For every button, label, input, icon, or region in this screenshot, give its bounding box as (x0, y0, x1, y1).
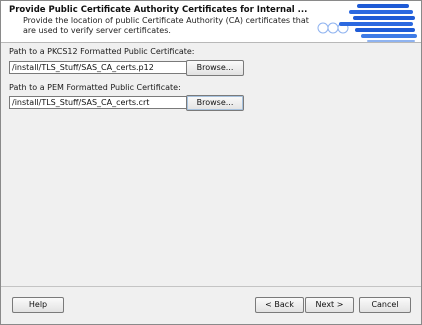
pkcs12-label: Path to a PKCS12 Formatted Public Certif… (9, 47, 195, 56)
brand-graphic (317, 4, 417, 42)
pkcs12-path-input[interactable]: /install/TLS_Stuff/SAS_CA_certs.p12 (9, 61, 187, 74)
back-button[interactable]: < Back (255, 297, 304, 313)
pem-label: Path to a PEM Formatted Public Certifica… (9, 83, 181, 92)
wizard-header: Provide Public Certificate Authority Cer… (1, 1, 421, 43)
footer-separator (1, 286, 421, 287)
help-button[interactable]: Help (12, 297, 64, 313)
next-button[interactable]: Next > (305, 297, 354, 313)
wizard-content: Path to a PKCS12 Formatted Public Certif… (1, 43, 421, 286)
installer-dialog: Provide Public Certificate Authority Cer… (0, 0, 422, 325)
pkcs12-browse-button[interactable]: Browse... (186, 60, 244, 76)
cancel-button[interactable]: Cancel (359, 297, 411, 313)
pem-browse-button[interactable]: Browse... (186, 95, 244, 111)
page-description: Provide the location of public Certifica… (23, 16, 309, 35)
pem-path-input[interactable]: /install/TLS_Stuff/SAS_CA_certs.crt (9, 96, 187, 109)
page-title: Provide Public Certificate Authority Cer… (9, 5, 308, 15)
